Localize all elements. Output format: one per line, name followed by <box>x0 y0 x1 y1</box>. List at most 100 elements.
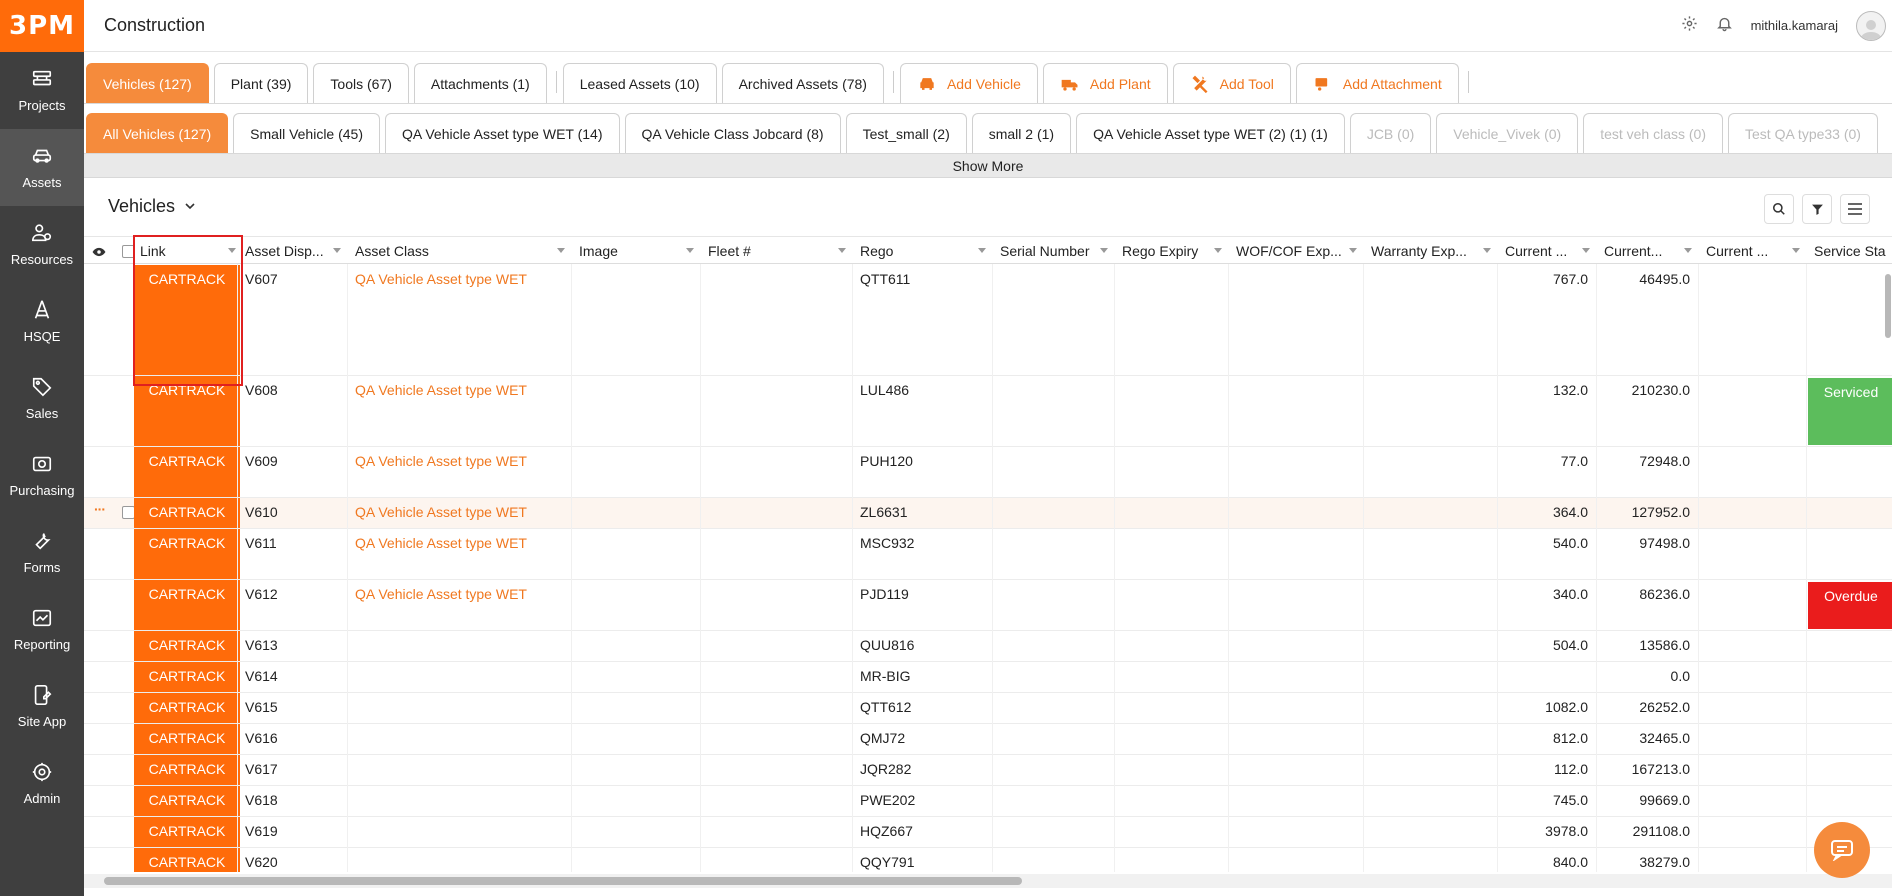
sort-caret-icon[interactable] <box>1483 248 1491 253</box>
tab-class-1[interactable]: Small Vehicle (45) <box>233 113 380 153</box>
sidebar-item-assets[interactable]: Assets <box>0 129 84 206</box>
tab-class-10[interactable]: Test QA type33 (0) <box>1728 113 1878 153</box>
column-header-7[interactable]: Rego Expiry <box>1114 237 1228 265</box>
tab-class-7[interactable]: JCB (0) <box>1349 113 1432 153</box>
sort-caret-icon[interactable] <box>228 248 236 253</box>
asset-class-link[interactable]: QA Vehicle Asset type WET <box>347 529 571 579</box>
sort-caret-icon[interactable] <box>978 248 986 253</box>
tab-class-4[interactable]: Test_small (2) <box>845 113 967 153</box>
asset-class-link[interactable] <box>347 631 571 661</box>
asset-class-link[interactable] <box>347 724 571 754</box>
table-row[interactable]: CARTRACK V618 PWE202 745.0 99669.0 <box>84 786 1892 817</box>
show-more-button[interactable]: Show More <box>84 154 1892 178</box>
menu-button[interactable] <box>1840 194 1870 224</box>
asset-class-link[interactable]: QA Vehicle Asset type WET <box>347 447 571 497</box>
sort-caret-icon[interactable] <box>1792 248 1800 253</box>
asset-class-link[interactable]: QA Vehicle Asset type WET <box>347 265 571 375</box>
asset-class-link[interactable]: QA Vehicle Asset type WET <box>347 376 571 446</box>
tab-asset-5[interactable]: Archived Assets (78) <box>721 63 884 103</box>
table-row[interactable]: CARTRACK V613 QUU816 504.0 13586.0 <box>84 631 1892 662</box>
avatar[interactable] <box>1856 10 1886 41</box>
asset-class-link[interactable] <box>347 755 571 785</box>
cartrack-link[interactable]: CARTRACK <box>134 580 240 630</box>
sidebar-item-reporting[interactable]: Reporting <box>0 591 84 668</box>
cartrack-link[interactable]: CARTRACK <box>134 693 240 723</box>
sidebar-item-hsqe[interactable]: HSQE <box>0 283 84 360</box>
cartrack-link[interactable]: CARTRACK <box>134 447 240 497</box>
table-row[interactable]: CARTRACK V616 QMJ72 812.0 32465.0 <box>84 724 1892 755</box>
column-header-11[interactable]: Current... <box>1596 237 1698 265</box>
table-row[interactable]: CARTRACK V617 JQR282 112.0 167213.0 <box>84 755 1892 786</box>
sidebar-item-purchasing[interactable]: Purchasing <box>0 437 84 514</box>
tab-class-0[interactable]: All Vehicles (127) <box>86 113 229 153</box>
search-button[interactable] <box>1764 194 1794 224</box>
table-row[interactable]: CARTRACK V615 QTT612 1082.0 26252.0 <box>84 693 1892 724</box>
column-header-12[interactable]: Current ... <box>1698 237 1806 265</box>
tab-asset-3[interactable]: Attachments (1) <box>413 63 547 103</box>
filter-button[interactable] <box>1802 194 1832 224</box>
tab-asset-4[interactable]: Leased Assets (10) <box>562 63 717 103</box>
column-header-6[interactable]: Serial Number <box>992 237 1114 265</box>
column-header-13[interactable]: Service Sta <box>1806 237 1892 265</box>
column-header-9[interactable]: Warranty Exp... <box>1363 237 1497 265</box>
table-row[interactable]: CARTRACK V620 QQY791 840.0 38279.0 <box>84 848 1892 872</box>
cartrack-link[interactable]: CARTRACK <box>134 848 240 872</box>
table-row[interactable]: CARTRACK V607 QA Vehicle Asset type WET QTT… <box>84 265 1892 376</box>
table-row[interactable]: CARTRACK V608 QA Vehicle Asset type WET LUL… <box>84 376 1892 447</box>
chat-button[interactable] <box>1814 822 1870 878</box>
sidebar-item-admin[interactable]: Admin <box>0 745 84 822</box>
sort-caret-icon[interactable] <box>557 248 565 253</box>
asset-class-link[interactable] <box>347 848 571 872</box>
tab-class-8[interactable]: Vehicle_Vivek (0) <box>1436 113 1579 153</box>
grid-title-dropdown[interactable]: Vehicles <box>108 196 195 217</box>
asset-class-link[interactable] <box>347 817 571 847</box>
column-header-1[interactable]: Asset Disp... <box>237 237 347 265</box>
sidebar-item-site-app[interactable]: Site App <box>0 668 84 745</box>
column-header-2[interactable]: Asset Class <box>347 237 571 265</box>
column-header-4[interactable]: Fleet # <box>700 237 852 265</box>
vertical-scrollbar[interactable] <box>1884 264 1892 884</box>
table-row[interactable]: CARTRACK V609 QA Vehicle Asset type WET PUH… <box>84 447 1892 498</box>
asset-class-link[interactable]: QA Vehicle Asset type WET <box>347 580 571 630</box>
scroll-thumb[interactable] <box>1885 274 1891 338</box>
sidebar-item-forms[interactable]: Forms <box>0 514 84 591</box>
column-header-0[interactable]: Link <box>132 237 242 265</box>
cartrack-link[interactable]: CARTRACK <box>134 498 240 528</box>
app-logo[interactable]: 3PM <box>0 0 84 52</box>
add-action-button-3[interactable]: Add Attachment <box>1295 63 1459 103</box>
cartrack-link[interactable]: CARTRACK <box>134 786 240 816</box>
table-row[interactable]: CARTRACK V614 MR-BIG 0.0 <box>84 662 1892 693</box>
cartrack-link[interactable]: CARTRACK <box>134 817 240 847</box>
asset-class-link[interactable] <box>347 662 571 692</box>
horizontal-scrollbar[interactable] <box>84 874 1892 888</box>
tab-asset-0[interactable]: Vehicles (127) <box>86 63 209 103</box>
tab-class-5[interactable]: small 2 (1) <box>971 113 1072 153</box>
add-action-button-2[interactable]: Add Tool <box>1172 63 1291 103</box>
sort-caret-icon[interactable] <box>686 248 694 253</box>
tab-asset-2[interactable]: Tools (67) <box>313 63 409 103</box>
sort-caret-icon[interactable] <box>1214 248 1222 253</box>
sort-caret-icon[interactable] <box>1100 248 1108 253</box>
scroll-thumb[interactable] <box>104 877 1022 885</box>
user-name[interactable]: mithila.kamaraj <box>1751 18 1838 33</box>
sort-caret-icon[interactable] <box>333 248 341 253</box>
bell-icon[interactable] <box>1716 15 1733 37</box>
cartrack-link[interactable]: CARTRACK <box>134 631 240 661</box>
tab-class-3[interactable]: QA Vehicle Class Jobcard (8) <box>624 113 841 153</box>
tab-class-9[interactable]: test veh class (0) <box>1583 113 1724 153</box>
table-row[interactable]: CARTRACK V619 HQZ667 3978.0 291108.0 <box>84 817 1892 848</box>
tab-asset-1[interactable]: Plant (39) <box>213 63 309 103</box>
cartrack-link[interactable]: CARTRACK <box>134 265 240 375</box>
cartrack-link[interactable]: CARTRACK <box>134 662 240 692</box>
sidebar-item-projects[interactable]: Projects <box>0 52 84 129</box>
table-row[interactable]: CARTRACK V612 QA Vehicle Asset type WET PJD… <box>84 580 1892 631</box>
row-actions-icon[interactable]: ··· <box>94 501 106 517</box>
cartrack-link[interactable]: CARTRACK <box>134 529 240 579</box>
cartrack-link[interactable]: CARTRACK <box>134 755 240 785</box>
column-header-8[interactable]: WOF/COF Exp... <box>1228 237 1363 265</box>
asset-class-link[interactable]: QA Vehicle Asset type WET <box>347 498 571 528</box>
cartrack-link[interactable]: CARTRACK <box>134 724 240 754</box>
sidebar-item-resources[interactable]: Resources <box>0 206 84 283</box>
tab-class-2[interactable]: QA Vehicle Asset type WET (14) <box>385 113 620 153</box>
sort-caret-icon[interactable] <box>1684 248 1692 253</box>
